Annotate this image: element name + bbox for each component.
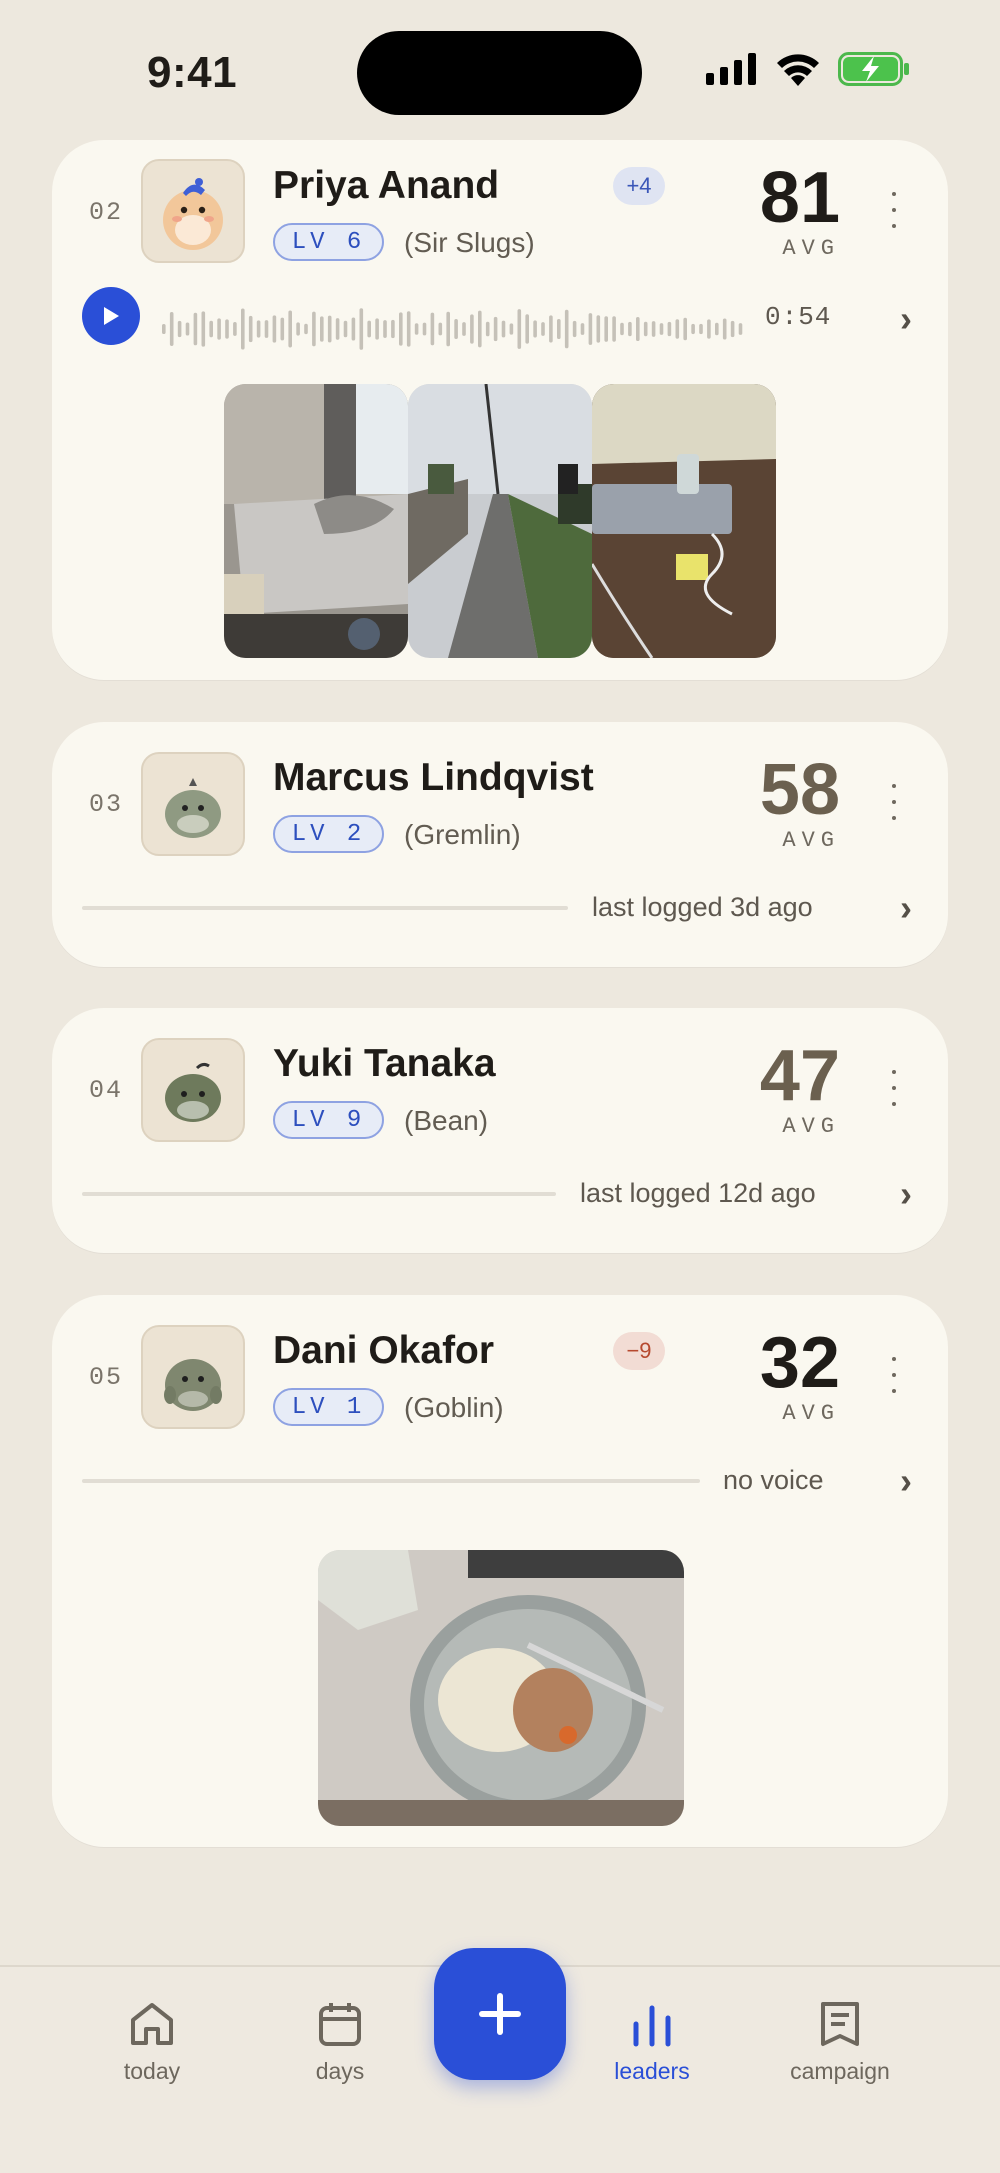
player-name: Marcus Lindqvist <box>273 756 594 799</box>
voice-waveform[interactable] <box>162 299 752 359</box>
bar-chart-icon <box>633 2005 671 2047</box>
signal-icon <box>706 53 756 85</box>
dynamic-island <box>357 31 642 115</box>
play-button[interactable] <box>82 287 140 345</box>
chevron-right-icon[interactable]: › <box>900 298 912 340</box>
tab-label: leaders <box>614 2058 690 2084</box>
photo-desk[interactable] <box>592 384 776 658</box>
player-name: Yuki Tanaka <box>273 1042 496 1085</box>
battery-charging-icon <box>838 52 909 86</box>
photo-street[interactable] <box>408 384 592 658</box>
level-badge: LV 9 <box>273 1101 384 1139</box>
photo-bedroom[interactable] <box>224 384 408 658</box>
level-badge: LV 1 <box>273 1388 384 1426</box>
home-icon <box>131 2003 173 2045</box>
tab-days[interactable]: days <box>265 2000 415 2085</box>
last-logged-status: last logged 3d ago <box>592 892 813 922</box>
leader-card[interactable]: 02 Priya Anand LV 6 (Sir Slugs) +4 81 AV… <box>52 140 948 680</box>
player-name: Priya Anand <box>273 164 500 207</box>
calendar-icon <box>319 2003 361 2046</box>
pet-name: (Gremlin) <box>404 819 521 850</box>
pet-bean-icon <box>165 1062 221 1122</box>
avg-score: 32 <box>759 1323 840 1403</box>
avatar <box>141 1038 245 1142</box>
voice-status: no voice <box>723 1465 824 1495</box>
more-options-icon[interactable] <box>884 1357 904 1393</box>
rank-number: 03 <box>89 790 124 819</box>
status-time: 9:41 <box>147 48 238 97</box>
rank-number: 04 <box>89 1076 124 1105</box>
rank-number: 05 <box>89 1363 124 1392</box>
tab-today[interactable]: today <box>77 2000 227 2085</box>
tab-label: today <box>123 2058 181 2084</box>
avg-score: 81 <box>759 158 840 238</box>
level-badge: LV 6 <box>273 223 384 261</box>
pet-name: (Bean) <box>404 1105 489 1136</box>
avg-score: 58 <box>759 750 840 830</box>
leader-card[interactable]: 04 Yuki Tanaka LV 9 (Bean) 47 AVG last l… <box>52 1008 948 1253</box>
leaders-screen: 9:41 02 Priya Anand LV 6 (Sir Slugs) +4 … <box>0 0 1000 2173</box>
avatar <box>141 752 245 856</box>
avg-score: 47 <box>759 1036 840 1116</box>
tab-leaders[interactable]: leaders <box>577 2000 727 2085</box>
pet-name: (Goblin) <box>404 1392 504 1423</box>
last-logged-status: last logged 12d ago <box>580 1178 816 1208</box>
leader-card[interactable]: 05 Dani Okafor LV 1 (Goblin) −9 32 AVG n… <box>52 1295 948 1847</box>
level-badge: LV 2 <box>273 815 384 853</box>
pet-goblin-icon <box>164 1359 222 1411</box>
chevron-right-icon[interactable]: › <box>900 887 912 929</box>
leader-card[interactable]: 03 Marcus Lindqvist LV 2 (Gremlin) 58 AV… <box>52 722 948 967</box>
pet-sir-slugs-icon <box>163 178 223 250</box>
avg-label: AVG <box>782 828 840 853</box>
chevron-right-icon[interactable]: › <box>900 1460 912 1502</box>
voice-duration: 0:54 <box>765 302 832 332</box>
plus-icon <box>479 1993 521 2035</box>
pet-name: (Sir Slugs) <box>404 227 535 258</box>
rank-change-badge: +4 <box>613 167 665 205</box>
wifi-icon <box>777 54 819 86</box>
rank-number: 02 <box>89 198 124 227</box>
document-icon <box>821 2002 859 2046</box>
tab-label: days <box>315 2058 365 2084</box>
add-entry-button[interactable] <box>434 1948 566 2080</box>
avg-label: AVG <box>782 1401 840 1426</box>
tab-label: campaign <box>790 2058 890 2084</box>
avg-label: AVG <box>782 1114 840 1139</box>
more-options-icon[interactable] <box>884 784 904 820</box>
play-icon <box>104 307 119 325</box>
voice-track-empty <box>82 906 568 910</box>
more-options-icon[interactable] <box>884 192 904 228</box>
avatar <box>141 1325 245 1429</box>
photo-meal[interactable] <box>318 1550 684 1826</box>
rank-change-badge: −9 <box>613 1332 665 1370</box>
tab-campaign[interactable]: campaign <box>765 2000 915 2085</box>
avatar <box>141 159 245 263</box>
voice-track-empty <box>82 1192 556 1196</box>
status-icons <box>706 52 910 86</box>
avg-label: AVG <box>782 236 840 261</box>
chevron-right-icon[interactable]: › <box>900 1173 912 1215</box>
player-name: Dani Okafor <box>273 1329 495 1372</box>
voice-track-empty <box>82 1479 700 1483</box>
more-options-icon[interactable] <box>884 1070 904 1106</box>
pet-gremlin-icon <box>165 778 221 838</box>
